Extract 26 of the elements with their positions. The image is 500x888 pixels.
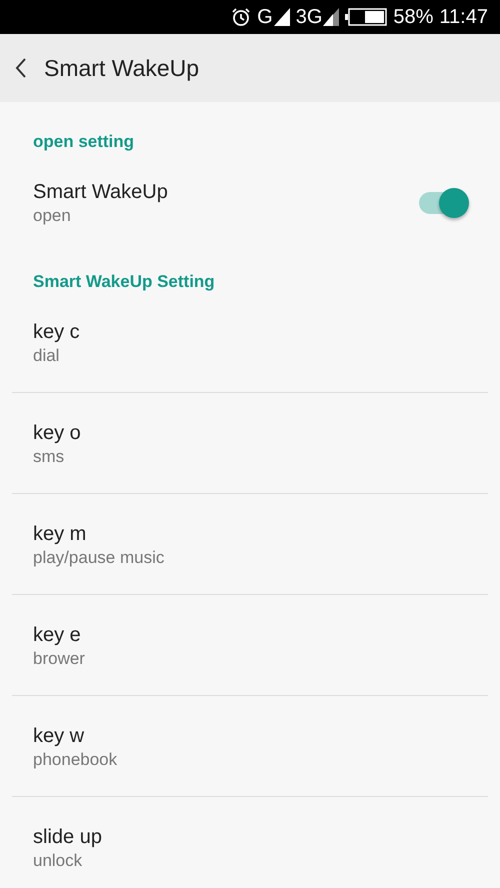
signal-icon xyxy=(274,8,290,26)
setting-title[interactable]: key o xyxy=(33,421,81,445)
setting-title[interactable]: key w xyxy=(33,724,118,748)
setting-title[interactable]: key m xyxy=(33,522,164,546)
back-icon[interactable] xyxy=(14,57,28,79)
setting-title[interactable]: key e xyxy=(33,623,85,647)
setting-summary: open xyxy=(33,206,72,226)
clock-time: 11:47 xyxy=(439,7,488,27)
setting-title[interactable]: key c xyxy=(33,320,80,344)
signal-icon xyxy=(323,8,340,26)
setting-summary: dial xyxy=(33,346,60,366)
setting-summary: sms xyxy=(33,447,66,467)
section-header: Smart WakeUp Setting xyxy=(33,272,215,292)
alarm-icon xyxy=(231,7,252,27)
battery-icon xyxy=(345,8,388,26)
setting-summary: brower xyxy=(33,649,85,669)
setting-summary: unlock xyxy=(33,851,84,871)
setting-title[interactable]: slide up xyxy=(33,825,102,849)
setting-title[interactable]: Smart WakeUp xyxy=(33,180,168,204)
page-title: Smart WakeUp xyxy=(44,54,200,82)
setting-summary: play/pause music xyxy=(33,548,164,568)
setting-summary: phonebook xyxy=(33,750,118,770)
network-type: G xyxy=(257,7,273,27)
network-type: 3G xyxy=(296,7,322,27)
battery-percent: 58% xyxy=(393,7,434,27)
section-header: open setting xyxy=(33,132,134,152)
